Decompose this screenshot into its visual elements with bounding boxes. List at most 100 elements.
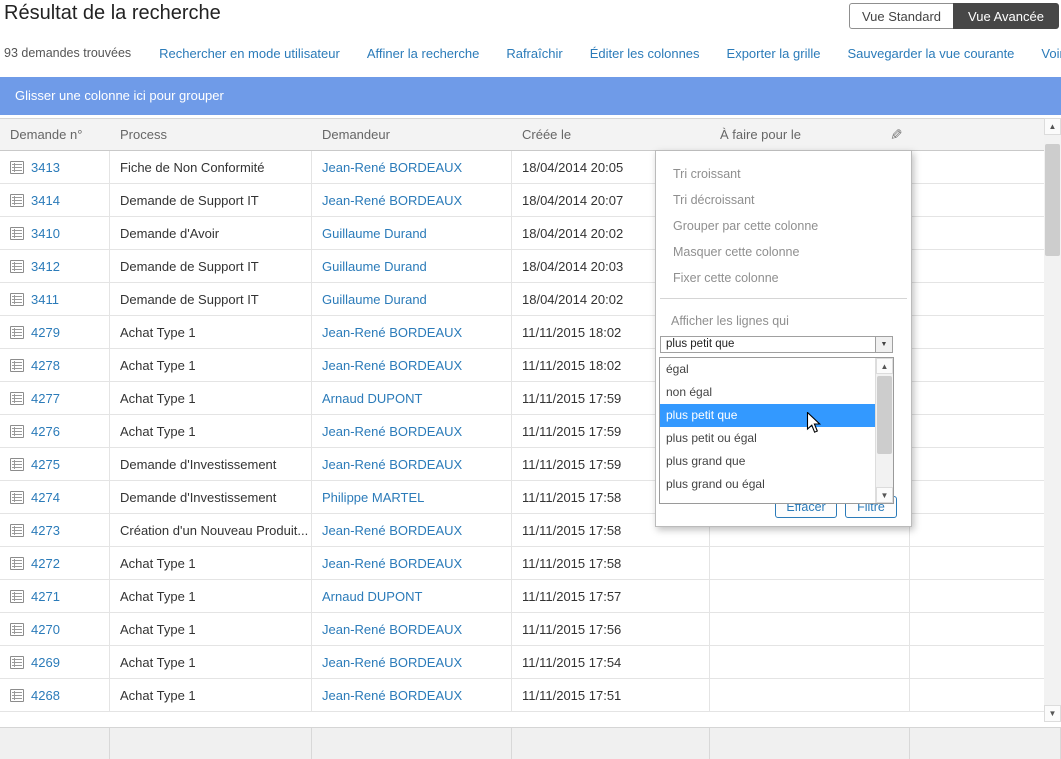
- requester-link[interactable]: Jean-René BORDEAUX: [322, 523, 462, 538]
- menu-item[interactable]: Tri décroissant: [656, 187, 911, 213]
- row-filler: [910, 679, 1044, 711]
- request-number-link[interactable]: 4276: [31, 424, 60, 439]
- requester-link[interactable]: Jean-René BORDEAUX: [322, 358, 462, 373]
- column-header[interactable]: Demandeur: [312, 119, 512, 150]
- footer-cell: [512, 728, 710, 759]
- requester-link[interactable]: Jean-René BORDEAUX: [322, 655, 462, 670]
- group-drop-zone[interactable]: Glisser une colonne ici pour grouper: [0, 77, 1061, 115]
- request-number-link[interactable]: 4274: [31, 490, 60, 505]
- operator-option[interactable]: plus petit ou égal: [660, 427, 876, 450]
- toolbar-link[interactable]: Voir le graphique: [1041, 46, 1061, 61]
- request-form-icon: [10, 194, 24, 207]
- dropdown-arrow-icon[interactable]: ▼: [875, 337, 892, 352]
- requester-link[interactable]: Arnaud DUPONT: [322, 391, 422, 406]
- grid-header: Demande n°ProcessDemandeurCréée leÀ fair…: [0, 118, 1061, 151]
- requester-link[interactable]: Arnaud DUPONT: [322, 589, 422, 604]
- request-number-link[interactable]: 4279: [31, 325, 60, 340]
- cell-created: 11/11/2015 17:57: [512, 580, 710, 612]
- requester-link[interactable]: Jean-René BORDEAUX: [322, 160, 462, 175]
- operator-option[interactable]: non égal: [660, 381, 876, 404]
- cell-request-number: 4270: [0, 613, 110, 645]
- cell-requester: Jean-René BORDEAUX: [312, 415, 512, 447]
- request-number-link[interactable]: 4268: [31, 688, 60, 703]
- cell-process: Achat Type 1: [110, 679, 312, 711]
- toolbar-link[interactable]: Sauvegarder la vue courante: [847, 46, 1014, 61]
- menu-item[interactable]: Grouper par cette colonne: [656, 213, 911, 239]
- request-number-link[interactable]: 4270: [31, 622, 60, 637]
- toolbar: 93 demandes trouvées Rechercher en mode …: [4, 40, 1061, 66]
- request-number-link[interactable]: 4277: [31, 391, 60, 406]
- requester-link[interactable]: Jean-René BORDEAUX: [322, 193, 462, 208]
- row-filler: [910, 382, 1044, 414]
- requester-link[interactable]: Jean-René BORDEAUX: [322, 688, 462, 703]
- requester-link[interactable]: Jean-René BORDEAUX: [322, 457, 462, 472]
- column-header[interactable]: À faire pour le: [710, 119, 910, 150]
- cell-request-number: 4271: [0, 580, 110, 612]
- requester-link[interactable]: Philippe MARTEL: [322, 490, 424, 505]
- table-row[interactable]: 4268 Achat Type 1 Jean-René BORDEAUX 11/11/…: [0, 679, 1044, 712]
- requester-link[interactable]: Guillaume Durand: [322, 226, 427, 241]
- dropdown-scroll-up-icon[interactable]: ▲: [876, 358, 893, 374]
- column-header[interactable]: Process: [110, 119, 312, 150]
- menu-item[interactable]: Tri croissant: [656, 161, 911, 187]
- toolbar-link[interactable]: Éditer les colonnes: [590, 46, 700, 61]
- vertical-scrollbar[interactable]: ▲ ▼: [1044, 118, 1061, 722]
- cell-requester: Jean-René BORDEAUX: [312, 316, 512, 348]
- operator-option[interactable]: plus grand que: [660, 450, 876, 473]
- dropdown-scrollbar-thumb[interactable]: [877, 376, 892, 454]
- request-form-icon: [10, 260, 24, 273]
- column-context-menu: Tri croissantTri décroissantGrouper par …: [655, 150, 912, 527]
- dropdown-scrollbar[interactable]: ▲ ▼: [875, 358, 893, 503]
- toolbar-link[interactable]: Rechercher en mode utilisateur: [159, 46, 340, 61]
- table-row[interactable]: 4271Achat Type 1Arnaud DUPONT11/11/2015 …: [0, 580, 1044, 613]
- request-number-link[interactable]: 3410: [31, 226, 60, 241]
- request-number-link[interactable]: 4272: [31, 556, 60, 571]
- toolbar-link[interactable]: Rafraîchir: [506, 46, 562, 61]
- request-number-link[interactable]: 3412: [31, 259, 60, 274]
- requester-link[interactable]: Jean-René BORDEAUX: [322, 622, 462, 637]
- requester-link[interactable]: Jean-René BORDEAUX: [322, 424, 462, 439]
- request-number-link[interactable]: 4273: [31, 523, 60, 538]
- cell-requester: Jean-René BORDEAUX: [312, 184, 512, 216]
- request-number-link[interactable]: 3411: [31, 292, 59, 307]
- cell-created: 11/11/2015 17:58: [512, 547, 710, 579]
- cell-request-number: 3411: [0, 283, 110, 315]
- edit-column-pencil-icon[interactable]: ✎: [890, 126, 903, 144]
- request-number-link[interactable]: 4269: [31, 655, 60, 670]
- menu-item[interactable]: Fixer cette colonne: [656, 265, 911, 291]
- cell-created: 11/11/2015 17:54: [512, 646, 710, 678]
- request-number-link[interactable]: 3413: [31, 160, 60, 175]
- vue-avancee-button[interactable]: Vue Avancée: [953, 3, 1059, 29]
- request-form-icon: [10, 557, 24, 570]
- table-row[interactable]: 4269Achat Type 1Jean-René BORDEAUX11/11/…: [0, 646, 1044, 679]
- scroll-down-icon[interactable]: ▼: [1044, 705, 1061, 722]
- row-filler: [910, 547, 1044, 579]
- row-filler: [910, 646, 1044, 678]
- cell-created: 11/11/2015 17:51: [512, 679, 710, 711]
- scrollbar-thumb[interactable]: [1045, 144, 1060, 256]
- column-header[interactable]: Créée le: [512, 119, 710, 150]
- operator-option[interactable]: plus petit que: [660, 404, 876, 427]
- request-number-link[interactable]: 4271: [31, 589, 60, 604]
- vue-standard-button[interactable]: Vue Standard: [849, 3, 954, 29]
- requester-link[interactable]: Guillaume Durand: [322, 259, 427, 274]
- request-number-link[interactable]: 3414: [31, 193, 60, 208]
- column-header[interactable]: Demande n°: [0, 119, 110, 150]
- table-row[interactable]: 4270Achat Type 1Jean-René BORDEAUX11/11/…: [0, 613, 1044, 646]
- cell-due: [710, 613, 910, 645]
- requester-link[interactable]: Guillaume Durand: [322, 292, 427, 307]
- request-number-link[interactable]: 4278: [31, 358, 60, 373]
- operator-option[interactable]: plus grand ou égal: [660, 473, 876, 496]
- table-row[interactable]: 4272Achat Type 1Jean-René BORDEAUX11/11/…: [0, 547, 1044, 580]
- menu-item[interactable]: Masquer cette colonne: [656, 239, 911, 265]
- toolbar-link[interactable]: Exporter la grille: [727, 46, 821, 61]
- requester-link[interactable]: Jean-René BORDEAUX: [322, 325, 462, 340]
- toolbar-link[interactable]: Affiner la recherche: [367, 46, 480, 61]
- operator-select[interactable]: plus petit que ▼: [660, 336, 893, 353]
- requester-link[interactable]: Jean-René BORDEAUX: [322, 556, 462, 571]
- dropdown-scroll-down-icon[interactable]: ▼: [876, 487, 893, 503]
- cell-due: [710, 580, 910, 612]
- request-number-link[interactable]: 4275: [31, 457, 60, 472]
- operator-option[interactable]: égal: [660, 358, 876, 381]
- scroll-up-icon[interactable]: ▲: [1044, 118, 1061, 135]
